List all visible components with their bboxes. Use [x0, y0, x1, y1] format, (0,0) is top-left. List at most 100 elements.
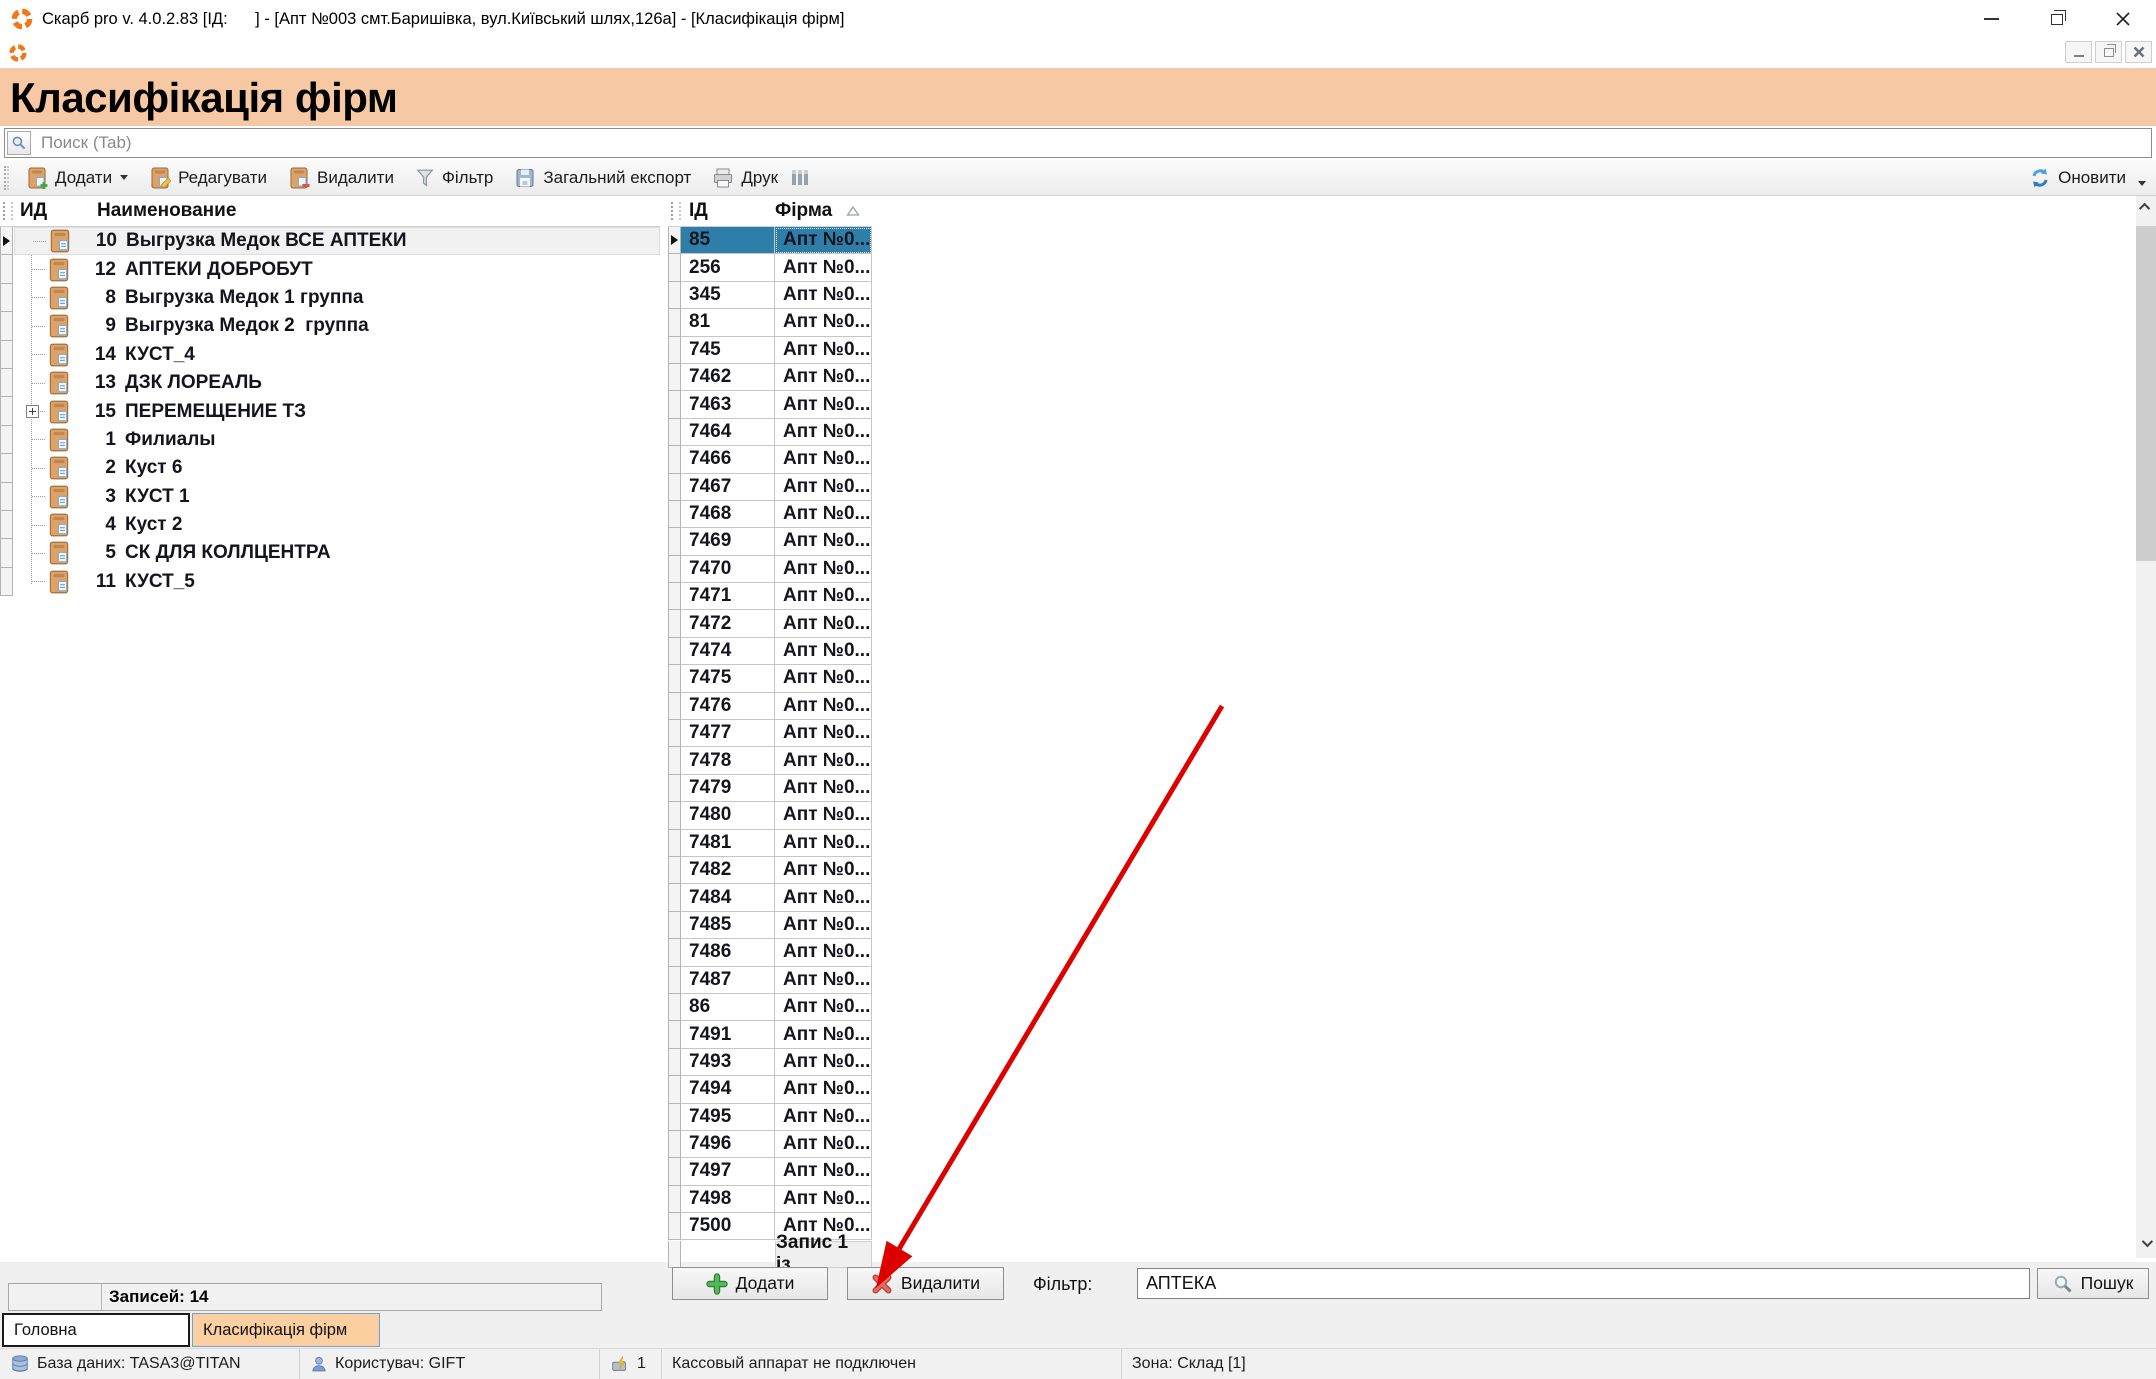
grid-delete-button[interactable]: Видалити [847, 1267, 1004, 1300]
table-row[interactable]: 7477 Апт №0... [668, 720, 872, 747]
table-row[interactable]: 7480 Апт №0... [668, 802, 872, 829]
mdi-restore-button[interactable] [2095, 41, 2122, 63]
scrollbar-thumb[interactable] [2136, 226, 2156, 561]
row-selector-cell [668, 912, 681, 939]
table-row[interactable]: 7481 Апт №0... [668, 830, 872, 857]
toolbar-filter-button[interactable]: Фільтр [410, 164, 497, 192]
table-row[interactable]: 7467 Апт №0... [668, 474, 872, 501]
table-row[interactable]: 7497 Апт №0... [668, 1158, 872, 1185]
grid-add-button[interactable]: Додати [672, 1267, 828, 1300]
table-row[interactable]: 85 Апт №0... [668, 227, 872, 254]
grid-options-icon[interactable] [671, 202, 681, 220]
table-row[interactable]: 7493 Апт №0... [668, 1049, 872, 1076]
menu-bar [0, 38, 2156, 68]
tree-row[interactable]: 10 Выгрузка Медок ВСЕ АПТЕКИ [0, 227, 660, 255]
table-row[interactable]: 7491 Апт №0... [668, 1021, 872, 1048]
tree-grid-options-icon[interactable] [3, 202, 13, 220]
cell-id: 7472 [681, 610, 775, 637]
search-icon[interactable] [7, 131, 31, 155]
table-row[interactable]: 81 Апт №0... [668, 309, 872, 336]
cell-id: 7495 [681, 1104, 775, 1131]
tree-item-id: 8 [76, 287, 116, 309]
tree-column-id[interactable]: ИД [17, 200, 97, 222]
table-row[interactable]: 7463 Апт №0... [668, 391, 872, 418]
row-selector-cell [668, 282, 681, 309]
row-selector-cell [668, 474, 681, 501]
tree-row[interactable]: 14 КУСТ_4 [0, 341, 660, 369]
table-row[interactable]: 7475 Апт №0... [668, 665, 872, 692]
tree-row[interactable]: 2 Куст 6 [0, 454, 660, 482]
table-row[interactable]: 7487 Апт №0... [668, 967, 872, 994]
table-row[interactable]: 86 Апт №0... [668, 994, 872, 1021]
table-row[interactable]: 7472 Апт №0... [668, 610, 872, 637]
scroll-up-icon[interactable] [2136, 196, 2156, 218]
mdi-close-button[interactable] [2125, 41, 2152, 63]
table-row[interactable]: 7476 Апт №0... [668, 693, 872, 720]
tree-row[interactable]: 13 ДЗК ЛОРЕАЛЬ [0, 369, 660, 397]
table-row[interactable]: 7474 Апт №0... [668, 638, 872, 665]
toolbar-delete-button[interactable]: Видалити [283, 164, 398, 192]
columns-icon[interactable] [792, 170, 808, 185]
tab-label: Класифікація фірм [203, 1321, 347, 1340]
vertical-scrollbar[interactable] [2136, 196, 2156, 1258]
table-row[interactable]: 745 Апт №0... [668, 337, 872, 364]
tree-row[interactable]: 12 АПТЕКИ ДОБРОБУТ [0, 255, 660, 283]
toolbar-export-button[interactable]: Загальний експорт [509, 164, 695, 192]
table-row[interactable]: 7479 Апт №0... [668, 775, 872, 802]
table-row[interactable]: 7469 Апт №0... [668, 528, 872, 555]
tree-row[interactable]: 4 Куст 2 [0, 511, 660, 539]
cell-id: 7468 [681, 501, 775, 528]
refresh-button[interactable]: Оновити [2024, 164, 2130, 192]
table-row[interactable]: 256 Апт №0... [668, 254, 872, 281]
restore-button[interactable] [2024, 0, 2090, 38]
table-row[interactable]: 7466 Апт №0... [668, 446, 872, 473]
toolbar-add-button[interactable]: Додати [21, 164, 132, 192]
tree-row[interactable]: 1 Филиалы [0, 426, 660, 454]
scroll-down-icon[interactable] [2136, 1232, 2156, 1254]
filter-input[interactable] [1137, 1268, 2030, 1299]
tree-row[interactable]: 11 КУСТ_5 [0, 568, 660, 596]
table-row[interactable]: 7464 Апт №0... [668, 419, 872, 446]
table-row[interactable]: 7462 Апт №0... [668, 364, 872, 391]
grid-column-firm[interactable]: Фірма [773, 200, 832, 222]
tree-column-name[interactable]: Наименование [97, 200, 236, 222]
table-row[interactable]: 7498 Апт №0... [668, 1186, 872, 1213]
tab[interactable]: Головна [2, 1313, 190, 1347]
cell-id: 81 [681, 309, 775, 336]
toolbar-print-button[interactable]: Друк [707, 164, 782, 192]
sort-asc-icon[interactable] [846, 201, 860, 223]
tree-row[interactable]: 5 СК ДЛЯ КОЛЛЦЕНТРА [0, 539, 660, 567]
table-row[interactable]: 7471 Апт №0... [668, 583, 872, 610]
table-row[interactable]: 7468 Апт №0... [668, 501, 872, 528]
toolbar-grip[interactable] [4, 166, 9, 190]
toolbar-edit-button[interactable]: Редагувати [144, 164, 271, 192]
table-row[interactable]: 7470 Апт №0... [668, 556, 872, 583]
minimize-button[interactable] [1958, 0, 2024, 38]
footer-selector-cell [668, 1241, 681, 1268]
tree-connector [32, 553, 45, 554]
tab[interactable]: Класифікація фірм [192, 1313, 380, 1347]
table-row[interactable]: 7484 Апт №0... [668, 884, 872, 911]
table-row[interactable]: 7496 Апт №0... [668, 1131, 872, 1158]
table-row[interactable]: 7478 Апт №0... [668, 747, 872, 774]
tree-item-id: 10 [77, 230, 117, 252]
tree-row[interactable]: 15 ПЕРЕМЕЩЕНИЕ ТЗ [0, 397, 660, 425]
tree-row[interactable]: 9 Выгрузка Медок 2 группа [0, 312, 660, 340]
row-selector-cell [0, 284, 13, 312]
close-button[interactable] [2090, 0, 2156, 38]
refresh-chevron-down-icon[interactable] [2138, 181, 2146, 186]
table-row[interactable]: 7482 Апт №0... [668, 857, 872, 884]
table-row[interactable]: 7494 Апт №0... [668, 1076, 872, 1103]
grid-search-button[interactable]: Пошук [2037, 1268, 2149, 1299]
table-row[interactable]: 7486 Апт №0... [668, 939, 872, 966]
tree-row[interactable]: 8 Выгрузка Медок 1 группа [0, 284, 660, 312]
search-input[interactable] [4, 128, 2152, 158]
expand-icon[interactable] [26, 405, 39, 423]
table-row[interactable]: 7485 Апт №0... [668, 912, 872, 939]
tree-row[interactable]: 3 КУСТ 1 [0, 483, 660, 511]
tree-item-name: Куст 2 [125, 514, 182, 536]
grid-column-id[interactable]: ІД [685, 200, 773, 222]
mdi-minimize-button[interactable] [2065, 41, 2092, 63]
table-row[interactable]: 345 Апт №0... [668, 282, 872, 309]
table-row[interactable]: 7495 Апт №0... [668, 1104, 872, 1131]
